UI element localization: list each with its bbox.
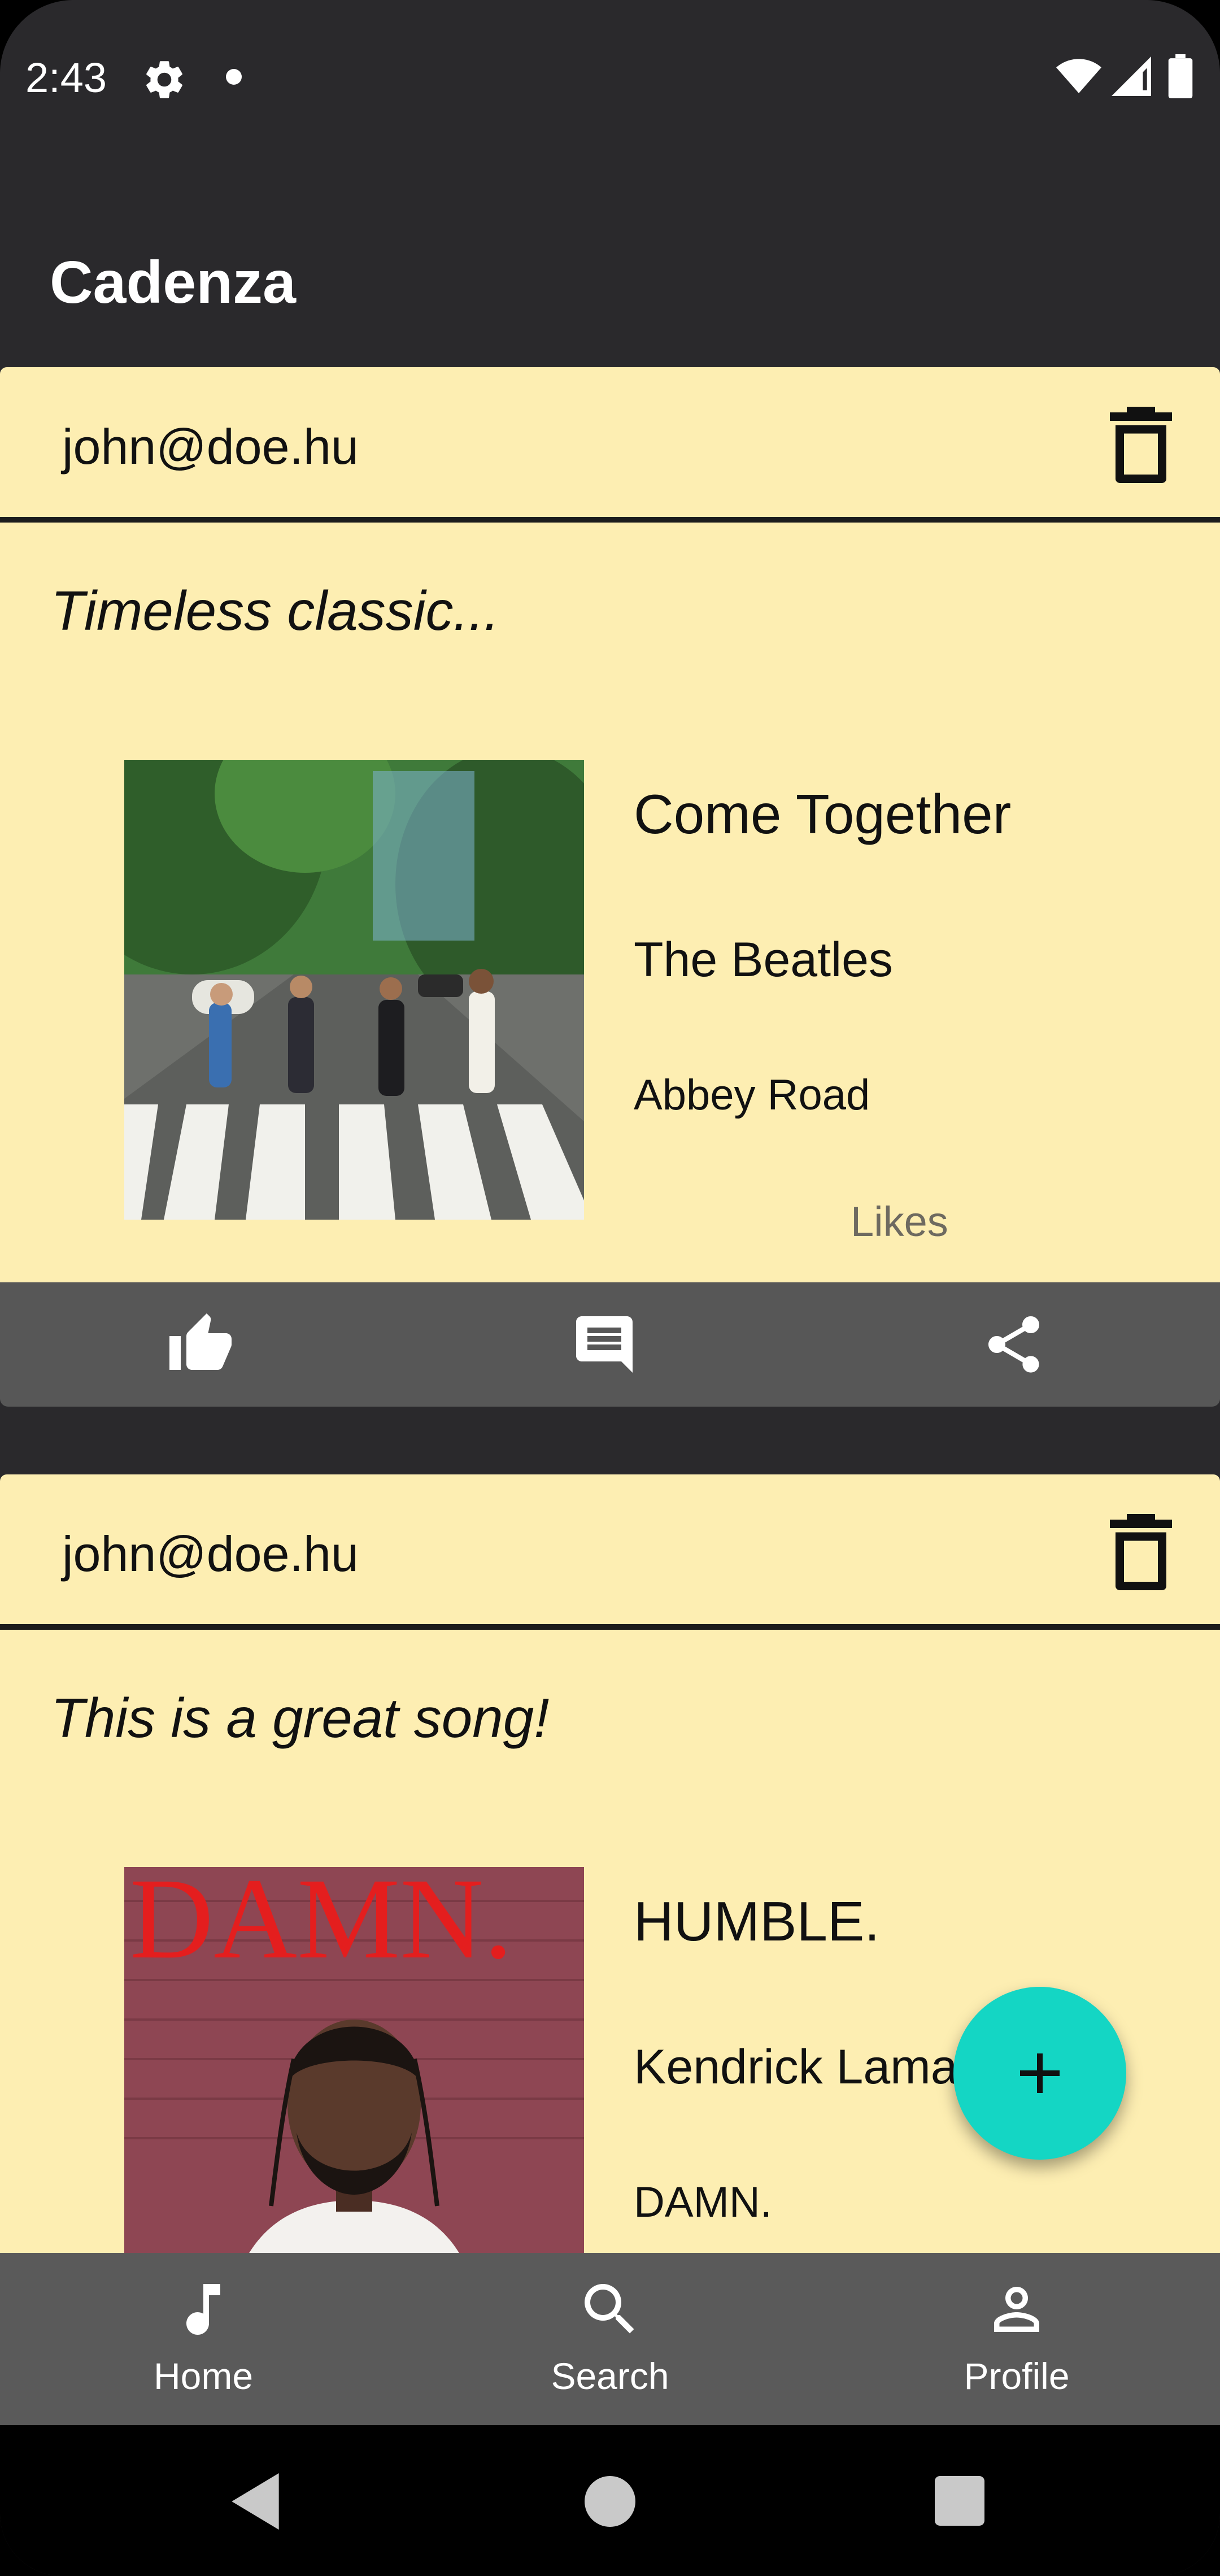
nav-profile-label: Profile — [964, 2355, 1070, 2397]
post-header: john@doe.hu — [0, 1474, 1220, 1630]
delete-post-button[interactable] — [1107, 1514, 1175, 1590]
album-cover-image — [124, 760, 584, 1220]
song-title: Come Together — [634, 783, 1012, 845]
post-body: Timeless classic... Come Together The Be… — [0, 523, 1220, 1282]
song-artist: Kendrick Lamar — [634, 2040, 974, 2094]
nav-search-label: Search — [551, 2355, 669, 2397]
song-title: HUMBLE. — [634, 1890, 880, 1952]
nav-home[interactable]: Home — [0, 2253, 407, 2425]
post-header: john@doe.hu — [0, 367, 1220, 523]
notification-dot-icon — [226, 69, 242, 85]
app-title: Cadenza — [50, 249, 296, 316]
abbey-road-cover — [124, 760, 584, 1220]
post-action-bar — [0, 1282, 1220, 1407]
damn-cover: DAMN. — [124, 1867, 584, 2253]
nav-profile[interactable]: Profile — [813, 2253, 1220, 2425]
share-button[interactable] — [980, 1311, 1048, 1378]
post-author-email: john@doe.hu — [62, 419, 359, 475]
music-note-icon — [186, 2284, 220, 2335]
album-art-text: DAMN. — [130, 1867, 513, 1983]
bottom-navigation: Home Search Profile — [0, 2253, 1220, 2425]
search-icon — [585, 2284, 634, 2334]
status-time: 2:43 — [25, 54, 107, 101]
settings-gear-icon — [146, 61, 182, 98]
comment-button[interactable] — [570, 1311, 638, 1378]
add-post-fab[interactable] — [953, 1987, 1126, 2160]
recents-square-icon[interactable] — [935, 2476, 984, 2526]
app-bar: Cadenza — [0, 153, 1220, 367]
song-album: Abbey Road — [634, 1071, 870, 1119]
status-bar: 2:43 — [0, 0, 1220, 153]
delete-post-button[interactable] — [1107, 407, 1175, 483]
post-comment: This is a great song! — [51, 1687, 550, 1749]
plus-icon — [1020, 2053, 1060, 2093]
song-artist: The Beatles — [634, 933, 893, 987]
album-cover-image: DAMN. — [124, 1867, 584, 2253]
nav-search[interactable]: Search — [407, 2253, 813, 2425]
song-album: DAMN. — [634, 2178, 772, 2226]
post-author-email: john@doe.hu — [62, 1526, 359, 1582]
app-screen: 2:43 Cadenza john@doe.hu Timeless classi… — [0, 0, 1220, 2576]
profile-icon — [994, 2287, 1039, 2332]
battery-icon — [1168, 54, 1193, 98]
post-comment: Timeless classic... — [51, 580, 500, 642]
back-icon[interactable] — [232, 2473, 279, 2530]
system-navigation-bar — [0, 2425, 1220, 2576]
like-button[interactable] — [167, 1311, 234, 1378]
nav-home-label: Home — [153, 2355, 254, 2397]
home-circle-icon[interactable] — [585, 2476, 635, 2527]
cell-signal-icon — [1112, 56, 1151, 96]
wifi-icon — [1056, 59, 1101, 93]
likes-label: Likes — [851, 1198, 948, 1245]
